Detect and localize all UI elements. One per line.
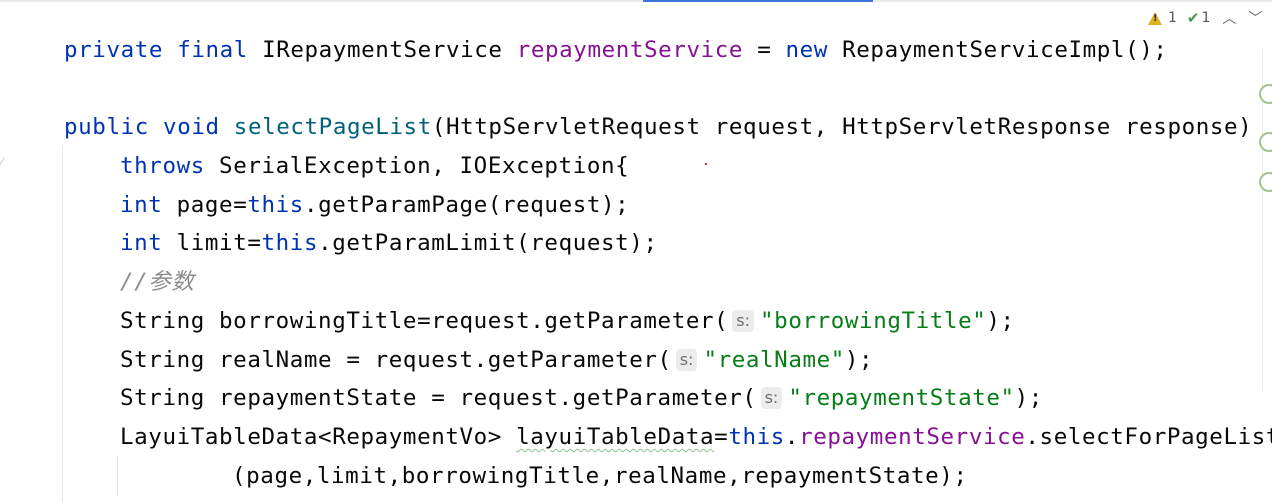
parameter-hint: s: [732, 310, 755, 332]
code-line-11[interactable]: (page,limit,borrowingTitle,realName,repa… [232, 461, 968, 491]
type-name: IRepaymentService [262, 37, 503, 63]
fold-marker-icon[interactable]: ⁄ [0, 156, 2, 172]
code-line-4[interactable]: int page=this.getParamPage(request); [120, 190, 629, 220]
code-line-6[interactable]: //参数 [120, 267, 195, 297]
code-text: .getParamLimit(request); [318, 230, 658, 256]
throws-list: SerialException, IOException{ [219, 153, 630, 179]
warning-count: 1 [1168, 10, 1177, 26]
code-text: (page,limit,borrowingTitle,realName,repa… [232, 463, 968, 489]
implementation-gutter-icon[interactable] [1259, 132, 1272, 152]
constructor-call: RepaymentServiceImpl(); [842, 37, 1168, 63]
method-params: (HttpServletRequest request, HttpServlet… [431, 114, 1253, 140]
chevron-up-icon[interactable]: ︿ [1222, 8, 1236, 28]
chevron-down-icon[interactable]: ﹀ [1248, 8, 1262, 28]
active-tab-indicator [643, 0, 873, 2]
operator: = [714, 424, 729, 450]
indent-guide [117, 456, 118, 496]
parameter-hint: s: [760, 387, 783, 409]
weak-warning-icon: ✔ [1186, 9, 1200, 27]
code-line-1[interactable]: private final IRepaymentService repaymen… [64, 35, 1168, 65]
code-line-7[interactable]: String borrowingTitle=request.getParamet… [120, 306, 1015, 336]
inspection-widget[interactable]: 1 ✔ 1 ︿ ﹀ [1148, 8, 1262, 28]
editor-tab-strip [0, 0, 1272, 2]
code-text: limit= [176, 230, 262, 256]
operator: . [784, 424, 800, 450]
implementation-gutter-icon[interactable] [1259, 172, 1272, 192]
code-text: String borrowingTitle=request.getParamet… [120, 308, 729, 334]
implementation-gutter-icon[interactable] [1259, 84, 1272, 104]
comment: //参数 [120, 269, 195, 295]
code-text: ); [1014, 385, 1043, 411]
keyword: this [247, 192, 304, 218]
string-literal: "borrowingTitle" [760, 308, 987, 334]
code-line-2[interactable]: public void selectPageList(HttpServletRe… [64, 112, 1252, 142]
keyword: private [64, 37, 164, 63]
code-text: .getParamPage(request); [303, 192, 630, 218]
keyword: int [120, 230, 163, 256]
caret-marker [705, 163, 707, 165]
keyword: int [120, 192, 163, 218]
operator: = [757, 37, 772, 63]
code-editor[interactable]: 1 ✔ 1 ︿ ﹀ ⁄ private final IRepaymentServ… [0, 0, 1272, 502]
code-text: ); [986, 308, 1015, 334]
type-name: LayuiTableData<RepaymentVo> [120, 424, 502, 450]
code-line-5[interactable]: int limit=this.getParamLimit(request); [120, 228, 658, 258]
keyword: public [64, 114, 149, 140]
code-text: page= [176, 192, 248, 218]
method-name: selectPageList [233, 114, 432, 140]
code-line-8[interactable]: String realName = request.getParameter(s… [120, 345, 873, 375]
keyword: final [177, 37, 248, 63]
string-literal: "realName" [703, 347, 845, 373]
method-call: .selectForPageList [1025, 424, 1272, 450]
keyword: new [785, 37, 828, 63]
warning-icon [1148, 11, 1162, 25]
code-line-10[interactable]: LayuiTableData<RepaymentVo> layuiTableDa… [120, 422, 1272, 452]
string-literal: "repaymentState" [788, 385, 1015, 411]
keyword: this [728, 424, 785, 450]
code-text: String repaymentState = request.getParam… [120, 385, 757, 411]
parameter-hint: s: [675, 349, 698, 371]
variable-name: layuiTableData [516, 424, 715, 450]
code-line-3[interactable]: throws SerialException, IOException{ [120, 151, 629, 181]
keyword: throws [120, 153, 205, 179]
code-text: String realName = request.getParameter( [120, 347, 672, 373]
keyword: this [261, 230, 319, 256]
weak-warning-count: 1 [1201, 10, 1211, 26]
code-text: ); [844, 347, 874, 373]
keyword: void [163, 114, 220, 140]
code-line-9[interactable]: String repaymentState = request.getParam… [120, 383, 1043, 413]
field-name: repaymentService [516, 37, 744, 63]
indent-guide [62, 146, 63, 502]
field-name: repaymentService [799, 424, 1026, 450]
